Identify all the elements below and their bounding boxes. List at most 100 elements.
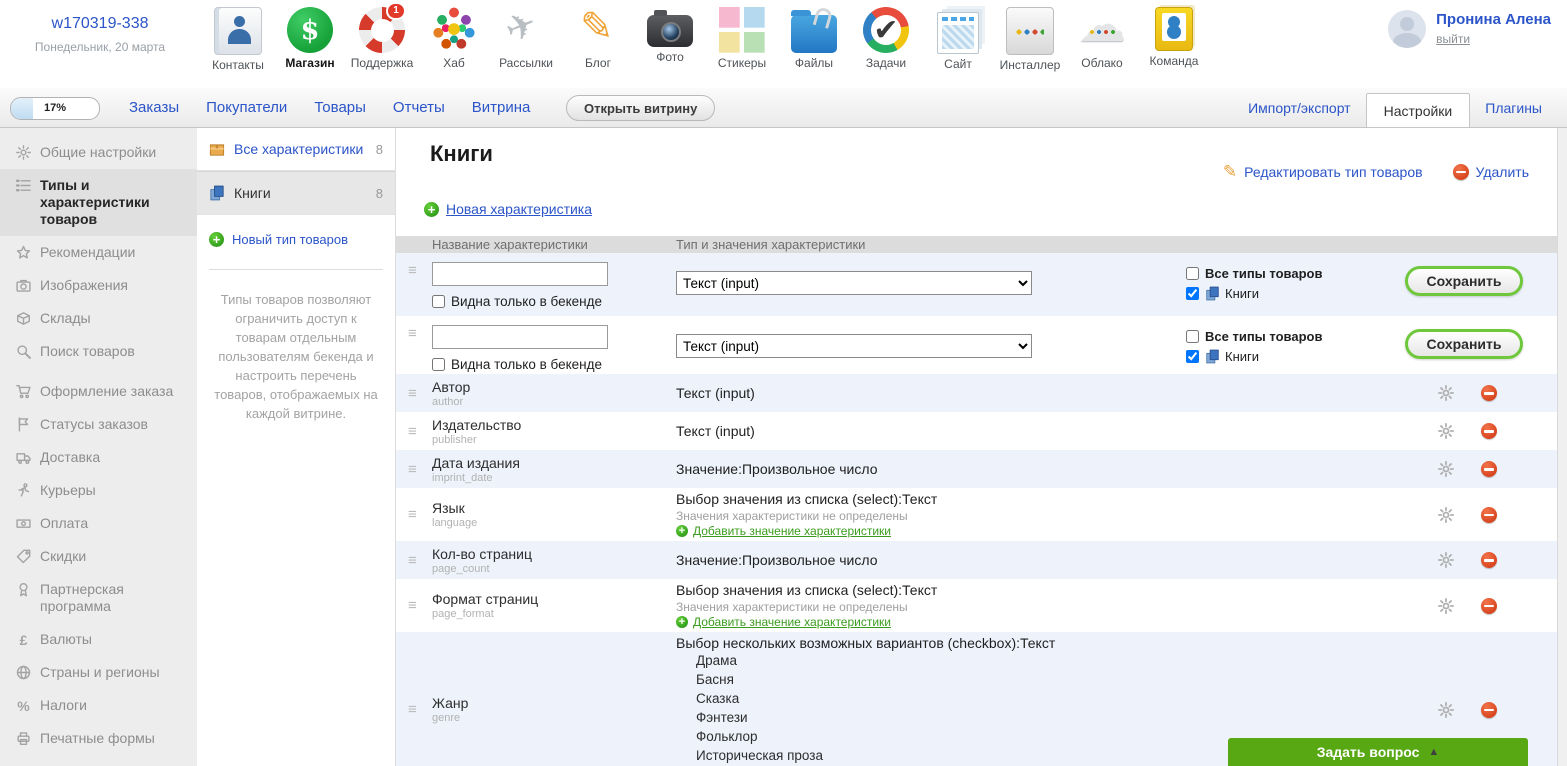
app-hub[interactable]: Хаб [418,7,490,72]
app-installer[interactable]: Инсталлер [994,7,1066,72]
char-type-select[interactable]: Текст (input) [676,334,1032,358]
drag-handle-icon[interactable]: ≡ [396,423,432,440]
drag-handle-icon[interactable]: ≡ [396,325,432,342]
all-types-checkbox[interactable] [1186,330,1199,343]
flag-icon [16,417,31,432]
sidebar-item-currencies[interactable]: £Валюты [0,623,197,656]
sidebar-item-payment[interactable]: Оплата [0,507,197,540]
type-item-books[interactable]: Книги8 [197,171,395,215]
new-characteristic-row: ≡Видна только в бекендеТекст (input)Все … [396,253,1557,316]
tab-plugins[interactable]: Плагины [1485,100,1542,116]
instance-link[interactable]: w170319-338 [52,15,149,32]
char-type-select[interactable]: Текст (input) [676,271,1032,295]
app-stickers[interactable]: Стикеры [706,7,778,72]
plus-icon [209,232,224,247]
add-value-link[interactable]: Добавить значение характеристики [693,524,891,538]
setup-progress[interactable]: 17% [10,97,100,120]
char-name-input[interactable] [432,325,608,349]
app-files[interactable]: Файлы [778,7,850,72]
delete-button[interactable] [1481,702,1497,718]
delete-button[interactable] [1481,423,1497,439]
type-item-all[interactable]: Все характеристики8 [197,128,395,171]
sidebar-item-warehouses[interactable]: Склады [0,302,197,335]
sidebar-item-couriers[interactable]: Курьеры [0,474,197,507]
app-tasks[interactable]: Задачи [850,7,922,72]
tab-customers[interactable]: Покупатели [206,99,287,116]
app-shop[interactable]: Магазин [274,7,346,72]
ask-question-button[interactable]: Задать вопрос ▲ [1228,738,1528,766]
sidebar-item-discounts[interactable]: Скидки [0,540,197,573]
char-name-input[interactable] [432,262,608,286]
user-name[interactable]: Пронина Алена [1436,11,1551,28]
backend-only-checkbox[interactable] [432,358,445,371]
add-value-link[interactable]: Добавить значение характеристики [693,615,891,629]
pound-icon: £ [16,632,31,647]
content-header: Книги ✎ Редактировать тип товаров Удалит… [396,141,1557,193]
drag-handle-icon[interactable]: ≡ [396,461,432,478]
settings-button[interactable] [1438,507,1454,523]
sidebar-item-taxes[interactable]: %Налоги [0,689,197,722]
books-type-checkbox[interactable] [1186,287,1199,300]
scrollbar[interactable] [1557,128,1567,766]
app-mailings[interactable]: Рассылки [490,7,562,72]
settings-button[interactable] [1438,552,1454,568]
new-characteristic-link[interactable]: Новая характеристика [446,201,592,217]
save-button[interactable]: Сохранить [1405,266,1523,296]
sidebar-item-types[interactable]: Типы и характеристики товаров [0,169,197,236]
delete-button[interactable] [1481,552,1497,568]
app-site[interactable]: Сайт [922,7,994,72]
app-photo[interactable]: Фото [634,7,706,72]
sidebar-item-images[interactable]: Изображения [0,269,197,302]
settings-button[interactable] [1438,702,1454,718]
sidebar-item-affiliate[interactable]: Партнерская программа [0,573,197,623]
app-support[interactable]: 1Поддержка [346,7,418,72]
app-contacts[interactable]: Контакты [202,7,274,72]
app-label: Хаб [418,56,490,70]
settings-button[interactable] [1438,385,1454,401]
settings-button[interactable] [1438,423,1454,439]
char-row-author: ≡АвторauthorТекст (input) [396,374,1557,412]
logout-link[interactable]: выйти [1436,32,1470,46]
tab-storefront[interactable]: Витрина [472,99,531,116]
progress-label: 17% [11,98,99,119]
new-type-link-row[interactable]: Новый тип товаров [197,215,395,261]
drag-handle-icon[interactable]: ≡ [396,262,432,279]
open-storefront-button[interactable]: Открыть витрину [566,95,715,121]
sidebar-item-product-search[interactable]: Поиск товаров [0,335,197,368]
delete-type-link[interactable]: Удалить [1476,164,1529,180]
drag-handle-icon[interactable]: ≡ [396,385,432,402]
save-button[interactable]: Сохранить [1405,329,1523,359]
sidebar-item-order-statuses[interactable]: Статусы заказов [0,408,197,441]
delete-button[interactable] [1481,598,1497,614]
tab-products[interactable]: Товары [314,99,366,116]
new-type-link[interactable]: Новый тип товаров [232,232,348,247]
app-cloud[interactable]: Облако [1066,7,1138,72]
mailings-icon [503,7,549,53]
new-characteristic-row[interactable]: Новая характеристика [424,199,1557,219]
delete-button[interactable] [1481,507,1497,523]
drag-handle-icon[interactable]: ≡ [396,597,432,614]
delete-button[interactable] [1481,461,1497,477]
sidebar-item-print-forms[interactable]: Печатные формы [0,722,197,755]
tab-settings[interactable]: Настройки [1366,93,1471,127]
sidebar-item-general[interactable]: Общие настройки [0,136,197,169]
sidebar-item-checkout[interactable]: Оформление заказа [0,375,197,408]
books-type-checkbox[interactable] [1186,350,1199,363]
sidebar-item-recommendations[interactable]: Рекомендации [0,236,197,269]
backend-only-checkbox[interactable] [432,295,445,308]
settings-button[interactable] [1438,598,1454,614]
sidebar-item-countries[interactable]: Страны и регионы [0,656,197,689]
drag-handle-icon[interactable]: ≡ [396,701,432,718]
app-team[interactable]: Команда [1138,7,1210,72]
app-blog[interactable]: Блог [562,7,634,72]
all-types-checkbox[interactable] [1186,267,1199,280]
drag-handle-icon[interactable]: ≡ [396,506,432,523]
settings-button[interactable] [1438,461,1454,477]
tab-reports[interactable]: Отчеты [393,99,445,116]
tab-import-export[interactable]: Импорт/экспорт [1248,100,1351,116]
sidebar-item-delivery[interactable]: Доставка [0,441,197,474]
delete-button[interactable] [1481,385,1497,401]
tab-orders[interactable]: Заказы [129,99,179,116]
drag-handle-icon[interactable]: ≡ [396,552,432,569]
edit-type-link[interactable]: Редактировать тип товаров [1244,164,1422,180]
